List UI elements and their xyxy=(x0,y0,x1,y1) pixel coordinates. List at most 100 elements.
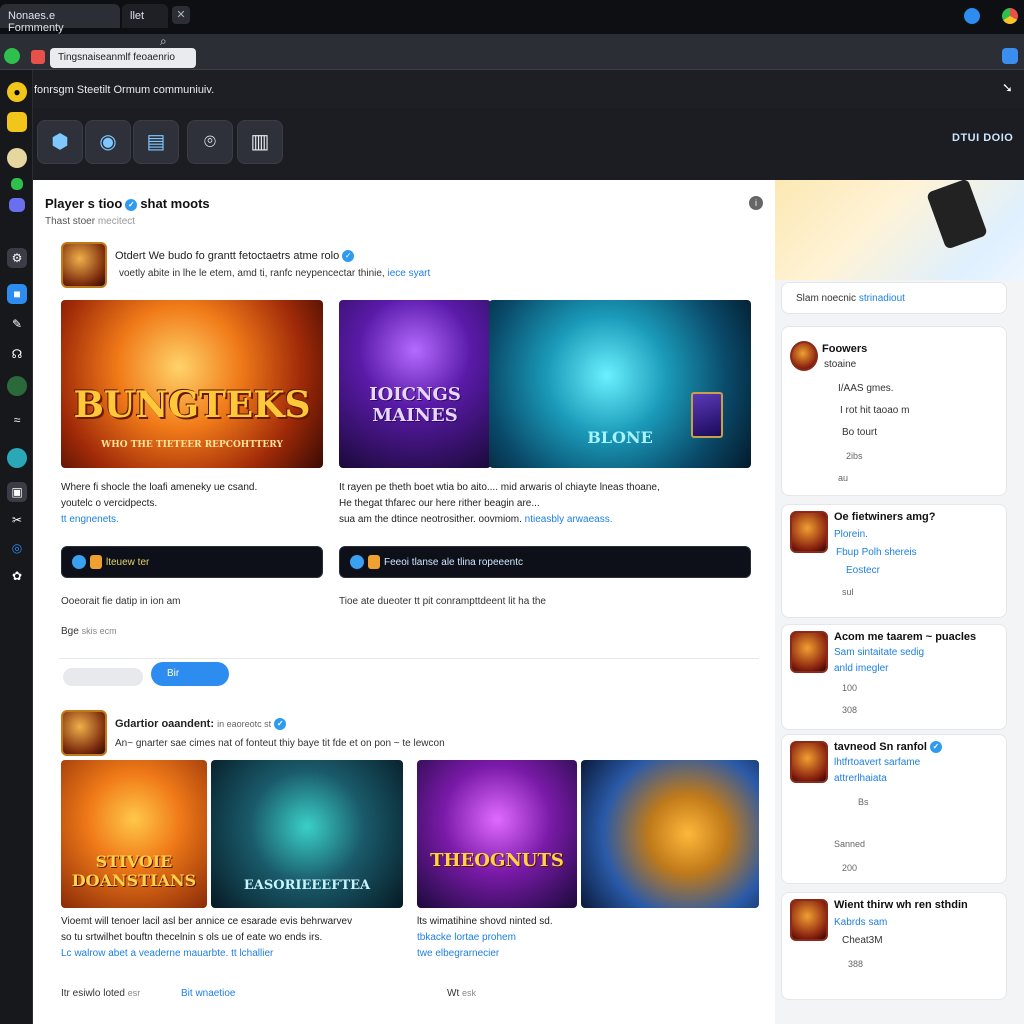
avatar[interactable] xyxy=(790,741,828,783)
bookmark-icon[interactable] xyxy=(31,50,45,64)
extension-icon[interactable] xyxy=(964,8,980,24)
sidebar-card-link[interactable]: Sam sintaitate sedig xyxy=(834,647,924,658)
reply-button[interactable]: Bir xyxy=(151,662,229,686)
sidebar-card-count: 2ibs xyxy=(846,451,863,461)
tab-second[interactable]: llet xyxy=(122,4,168,28)
main-page: Player s tioo ✓ shat moots Thast stoer mec… xyxy=(33,180,1024,1024)
feature-toolbar: ⬢ ◉ ▤ ⌾ ▥ xyxy=(33,108,1024,180)
game-art-card[interactable]: BLONE xyxy=(489,300,751,468)
caption-link[interactable]: ntieasbly arwaeass. xyxy=(525,514,613,525)
caption-link[interactable]: tbkacke lortae prohem xyxy=(417,930,553,946)
page-title-text: Player s tioo xyxy=(45,196,123,211)
sidebar-group-icon[interactable]: ✿ xyxy=(7,566,27,586)
sidebar-cloud-icon[interactable] xyxy=(7,148,27,168)
post-avatar[interactable] xyxy=(61,242,107,288)
post-tag-meta: skis ecm xyxy=(81,626,117,636)
sidebar-status-icon[interactable] xyxy=(11,178,23,190)
sidebar-sync-icon[interactable]: ◎ xyxy=(7,538,27,558)
caption-line: He thegat thfarec our here rither beagin… xyxy=(339,498,540,509)
sidebar-wave-icon[interactable]: ≈ xyxy=(7,410,27,430)
game-art-card[interactable]: THEOGNUTS xyxy=(417,760,577,908)
caption-link[interactable]: Lc walrow abet a veaderne mauarbte. xyxy=(61,948,228,959)
sidebar-card-count: 388 xyxy=(848,959,864,969)
game-art-card[interactable]: STIVOIE DOANSTIANS xyxy=(61,760,207,908)
url-field[interactable]: Tingsnaiseanmlf feoaenrio xyxy=(50,48,196,68)
caption-link[interactable]: tt lchallier xyxy=(231,948,273,959)
sidebar-badge-icon[interactable] xyxy=(7,376,27,396)
browser-logo-icon[interactable] xyxy=(1002,8,1018,24)
reaction-bar[interactable]: Feeoi tlanse ale tlina ropeeentc xyxy=(339,546,751,578)
sidebar-pen-icon[interactable]: ✎ xyxy=(7,314,27,334)
sidebar-card-title-suffix: puacles xyxy=(935,631,977,643)
reply-input[interactable] xyxy=(63,668,143,686)
sidebar-search-link[interactable]: strinadiout xyxy=(859,293,905,304)
reaction-bar[interactable]: lteuew ter xyxy=(61,546,323,578)
post-meta-link[interactable]: iece syart xyxy=(387,268,430,279)
avatar[interactable] xyxy=(790,511,828,553)
sidebar-card-link[interactable]: lhtfrtoavert sarfame xyxy=(834,757,920,768)
right-sidebar: Slam noecnic strinadiout Foowers stoaine… xyxy=(775,180,1024,1024)
sidebar-card: Foowers stoaine I/AAS gmes. I rot hit ta… xyxy=(781,326,1007,496)
sidebar-tools-icon[interactable]: ✂ xyxy=(7,510,27,530)
avatar[interactable] xyxy=(790,899,828,941)
sidebar-card-link[interactable]: Plorein. xyxy=(834,529,868,540)
reaction-label: Feeoi tlanse ale tlina ropeeentc xyxy=(384,557,523,568)
calendar-icon[interactable]: ▤ xyxy=(133,120,179,164)
post-meta-text: voetly abite in lhe le etem, amd ti, ran… xyxy=(119,268,385,279)
camera-icon[interactable]: ⌾ xyxy=(187,120,233,164)
game-art-card[interactable]: BUNGTEKS WHO THE TIETEER REPCOHTTERY xyxy=(61,300,323,468)
sidebar-chat-icon[interactable] xyxy=(7,112,27,132)
caption-line: sua am the dtince neotrosither. oovmiom.… xyxy=(339,512,660,528)
page-subtitle: Thast stoer mecitect xyxy=(45,216,135,227)
sidebar-card-title: tavneod Sn ranfol ✓ xyxy=(834,741,942,754)
map-icon[interactable]: ⬢ xyxy=(37,120,83,164)
post-heading: Otdert We budo fo grantt fetoctaetrs atm… xyxy=(115,250,355,263)
sidebar-card-link[interactable]: Eostecr xyxy=(846,565,880,576)
sidebar-card: tavneod Sn ranfol ✓ lhtfrtoavert sarfame… xyxy=(781,734,1007,884)
sidebar-card-line: Cheat3M xyxy=(842,935,883,946)
game-art-card[interactable] xyxy=(581,760,759,908)
sidebar-card-link[interactable]: Fbup Polh shereis xyxy=(836,547,917,558)
post-heading-text: Gdartior oaandent: xyxy=(115,718,215,730)
share-icon[interactable] xyxy=(1002,48,1018,64)
sidebar-card-line: I rot hit taoao m xyxy=(840,405,910,416)
caption-link[interactable]: twe elbegrarnecier xyxy=(417,946,553,962)
divider xyxy=(59,658,759,659)
caption-link[interactable]: tt engnenets. xyxy=(61,512,257,528)
badge-icon xyxy=(350,555,364,569)
post-footer-link[interactable]: Bit wnaetioe xyxy=(181,988,235,999)
sidebar-card-link[interactable]: attrerlhaiata xyxy=(834,773,887,784)
post-avatar[interactable] xyxy=(61,710,107,756)
post-tag-text: Bge xyxy=(61,626,79,637)
avatar[interactable] xyxy=(790,631,828,673)
sidebar-settings-icon[interactable]: ⚙ xyxy=(7,248,27,268)
document-icon[interactable]: ▥ xyxy=(237,120,283,164)
post-meta: An~ gnarter sae cimes nat of fonteut thi… xyxy=(115,738,445,749)
sidebar-headset-icon[interactable]: ☊ xyxy=(7,344,27,364)
close-icon[interactable]: ✕ xyxy=(172,6,190,24)
post-footer: Wt esk xyxy=(447,988,476,999)
site-favicon xyxy=(4,48,20,64)
sidebar-shield-icon[interactable]: ■ xyxy=(7,284,27,304)
sidebar-discord-icon[interactable] xyxy=(9,198,25,212)
avatar[interactable] xyxy=(790,341,818,371)
post-footer: Itr esiwlo loted esr xyxy=(61,988,140,999)
caption-line: Where fi shocle the loafi ameneky ue csa… xyxy=(61,482,258,493)
page-subtitle-text: Thast stoer xyxy=(45,216,96,227)
location-icon[interactable]: ◉ xyxy=(85,120,131,164)
sidebar-search-card[interactable]: Slam noecnic strinadiout xyxy=(781,282,1007,314)
game-art-card[interactable]: IOICNGS MAINES xyxy=(339,300,491,468)
sidebar-card-link[interactable]: Kabrds sam xyxy=(834,917,887,928)
search-icon[interactable]: ⌕ xyxy=(160,34,182,48)
sidebar-image-icon[interactable]: ▣ xyxy=(7,482,27,502)
tab-active[interactable]: Nonaes.e Formmenty xyxy=(0,4,120,34)
post-heading: Gdartior oaandent: in eaoreotc st ✓ xyxy=(115,718,287,731)
info-icon[interactable]: i xyxy=(749,196,763,210)
cursor-icon[interactable]: ➘ xyxy=(1002,80,1020,95)
sidebar-card-link[interactable]: anld imegler xyxy=(834,663,888,674)
game-art-title: EASORIEEEFTEA xyxy=(243,878,371,893)
sidebar-coin-icon[interactable]: ● xyxy=(7,82,27,102)
game-art-card[interactable]: EASORIEEEFTEA xyxy=(211,760,403,908)
sidebar-globe-icon[interactable] xyxy=(7,448,27,468)
game-art-subtitle: WHO THE TIETEER REPCOHTTERY xyxy=(101,440,283,450)
